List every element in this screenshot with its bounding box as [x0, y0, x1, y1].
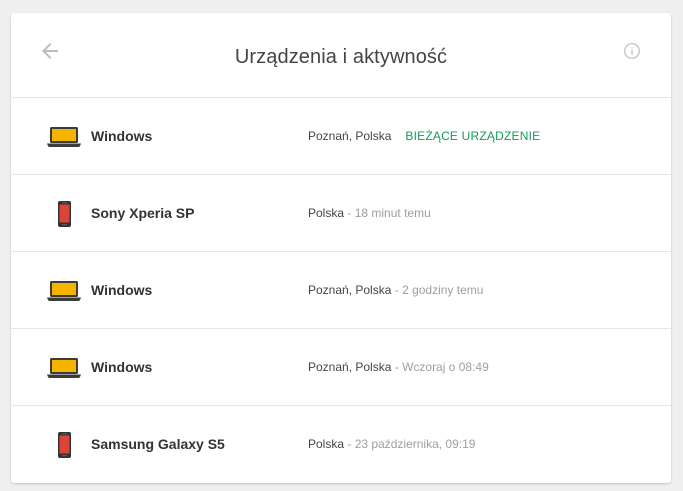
- devices-card: Urządzenia i aktywność Windows Poznań, Po…: [11, 13, 671, 483]
- laptop-icon: [47, 358, 81, 378]
- device-location: Polska: [308, 437, 345, 451]
- device-row[interactable]: Samsung Galaxy S5 Polska - 23 październik…: [11, 406, 671, 482]
- device-row[interactable]: Windows Poznań, Polska - 2 godziny temu: [11, 252, 671, 329]
- phone-icon: [58, 432, 71, 458]
- device-activity: Polska - 23 października, 09:19: [308, 437, 475, 451]
- device-activity: Poznań, Polska - Wczoraj o 08:49: [308, 360, 489, 374]
- current-device-badge: BIEŻĄCE URZĄDZENIE: [405, 129, 541, 143]
- separator: -: [391, 283, 403, 297]
- device-name: Windows: [91, 282, 153, 298]
- info-button[interactable]: [623, 42, 641, 60]
- device-location: Poznań, Polska: [308, 360, 392, 374]
- device-name: Windows: [91, 359, 153, 375]
- device-location: Poznań, Polska: [308, 283, 392, 297]
- last-activity-time: Wczoraj o 08:49: [402, 360, 489, 374]
- card-header: Urządzenia i aktywność: [11, 13, 671, 98]
- device-name: Sony Xperia SP: [91, 205, 195, 221]
- device-activity: Polska - 18 minut temu: [308, 206, 431, 220]
- device-row[interactable]: Windows Poznań, Polska BIEŻĄCE URZĄDZENIE: [11, 98, 671, 175]
- device-location: Poznań, Polska: [308, 129, 392, 143]
- device-location: Polska: [308, 206, 345, 220]
- device-activity: Poznań, Polska - 2 godziny temu: [308, 283, 483, 297]
- laptop-icon: [47, 127, 81, 147]
- device-name: Windows: [91, 128, 153, 144]
- info-icon: [624, 43, 640, 59]
- device-row[interactable]: Sony Xperia SP Polska - 18 minut temu: [11, 175, 671, 252]
- device-icon: [47, 124, 81, 150]
- separator: -: [344, 206, 355, 220]
- device-activity: Poznań, Polska BIEŻĄCE URZĄDZENIE: [308, 129, 540, 143]
- device-icon: [47, 278, 81, 304]
- laptop-icon: [47, 281, 81, 301]
- last-activity-time: 23 października, 09:19: [354, 437, 476, 451]
- last-activity-time: 2 godziny temu: [402, 283, 484, 297]
- separator: -: [344, 437, 355, 451]
- last-activity-time: 18 minut temu: [354, 206, 431, 220]
- device-list: Windows Poznań, Polska BIEŻĄCE URZĄDZENIE …: [11, 98, 671, 482]
- device-row[interactable]: Windows Poznań, Polska - Wczoraj o 08:49: [11, 329, 671, 406]
- page-title: Urządzenia i aktywność: [234, 46, 448, 68]
- phone-icon: [58, 201, 71, 227]
- device-name: Samsung Galaxy S5: [91, 436, 225, 452]
- device-icon: [47, 355, 81, 381]
- device-icon: [47, 201, 81, 227]
- device-icon: [47, 432, 81, 458]
- separator: -: [391, 360, 403, 374]
